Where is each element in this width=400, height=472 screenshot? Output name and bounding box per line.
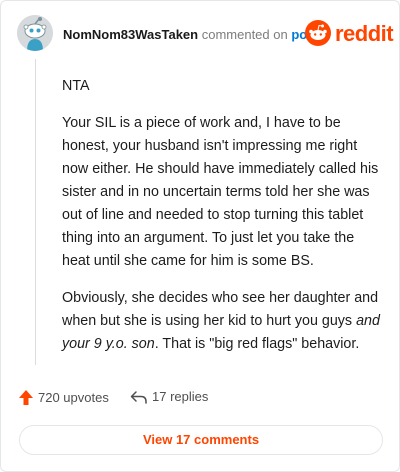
view-comments-button[interactable]: View 17 comments [19, 425, 383, 455]
paragraph-text: . That is "big red flags" behavior. [154, 336, 360, 352]
comment-paragraph: Obviously, she decides who see her daugh… [62, 287, 382, 356]
snoo-avatar-icon [17, 15, 53, 51]
comment-actions: 720 upvotes 17 replies [18, 389, 378, 409]
username-link[interactable]: NomNom83WasTaken [63, 27, 198, 42]
replies-button[interactable]: 17 replies [130, 389, 208, 404]
reddit-snoo-icon [305, 20, 331, 46]
thread-line[interactable] [35, 59, 36, 365]
reply-arrow-icon [130, 390, 147, 404]
reddit-logo[interactable]: reddit [305, 19, 394, 47]
paragraph-text: Obviously, she decides who see her daugh… [62, 290, 379, 329]
comment-card: NomNom83WasTaken commented on post reddi… [0, 0, 400, 472]
comment-paragraph: NTA [62, 78, 90, 94]
comment-paragraph: Your SIL is a piece of work and, I have … [62, 115, 379, 269]
comment-header: NomNom83WasTaken commented on post reddi… [17, 15, 394, 51]
comment-meta: NomNom83WasTaken commented on post [63, 27, 319, 42]
reply-count: 17 replies [152, 389, 209, 404]
upvote-button[interactable]: 720 upvotes [18, 389, 109, 406]
user-avatar[interactable] [17, 15, 53, 51]
upvote-count: 720 upvotes [38, 390, 109, 405]
reddit-wordmark: reddit [335, 21, 394, 46]
upvote-arrow-icon [19, 390, 33, 405]
comment-body: NTA Your SIL is a piece of work and, I h… [62, 75, 382, 370]
action-text: commented on [201, 27, 288, 42]
